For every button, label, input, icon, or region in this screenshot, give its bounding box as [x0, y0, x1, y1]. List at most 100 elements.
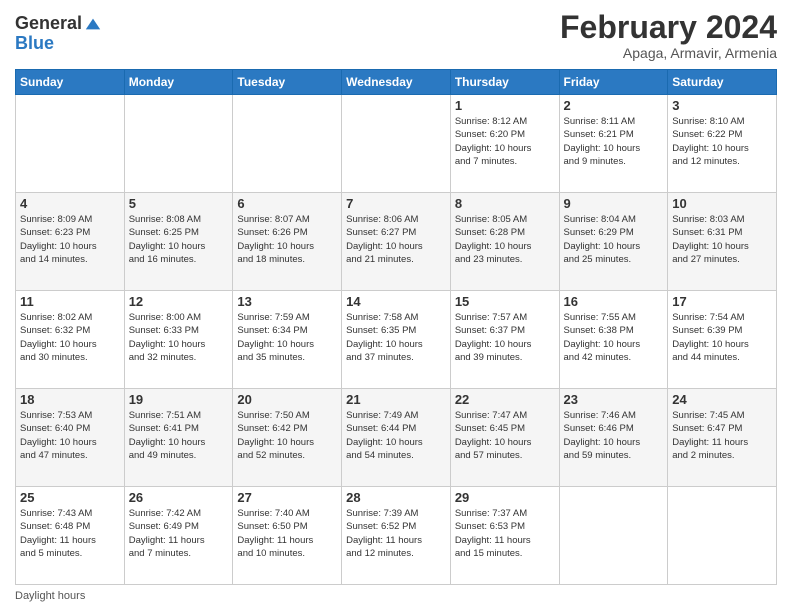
header-friday: Friday — [559, 70, 668, 95]
calendar-cell-w1-d4 — [342, 95, 451, 193]
calendar-cell-w3-d2: 12 Sunrise: 8:00 AMSunset: 6:33 PMDayligh… — [124, 291, 233, 389]
calendar-cell-w3-d5: 15 Sunrise: 7:57 AMSunset: 6:37 PMDayligh… — [450, 291, 559, 389]
calendar-cell-w2-d1: 4 Sunrise: 8:09 AMSunset: 6:23 PMDaylight… — [16, 193, 125, 291]
day-info: Sunrise: 7:45 AMSunset: 6:47 PMDaylight:… — [672, 409, 772, 462]
calendar-cell-w5-d7 — [668, 487, 777, 585]
header: General Blue February 2024 Apaga, Armavi… — [15, 10, 777, 61]
day-info: Sunrise: 7:50 AMSunset: 6:42 PMDaylight:… — [237, 409, 337, 462]
day-info: Sunrise: 7:47 AMSunset: 6:45 PMDaylight:… — [455, 409, 555, 462]
logo: General Blue — [15, 14, 102, 54]
day-number: 6 — [237, 196, 337, 211]
day-number: 14 — [346, 294, 446, 309]
calendar-cell-w3-d4: 14 Sunrise: 7:58 AMSunset: 6:35 PMDayligh… — [342, 291, 451, 389]
day-number: 20 — [237, 392, 337, 407]
calendar-cell-w4-d1: 18 Sunrise: 7:53 AMSunset: 6:40 PMDayligh… — [16, 389, 125, 487]
calendar-cell-w2-d2: 5 Sunrise: 8:08 AMSunset: 6:25 PMDaylight… — [124, 193, 233, 291]
day-number: 19 — [129, 392, 229, 407]
day-number: 12 — [129, 294, 229, 309]
day-info: Sunrise: 7:59 AMSunset: 6:34 PMDaylight:… — [237, 311, 337, 364]
day-number: 26 — [129, 490, 229, 505]
calendar-cell-w4-d7: 24Sunrise: 7:45 AMSunset: 6:47 PMDayligh… — [668, 389, 777, 487]
calendar-cell-w3-d3: 13Sunrise: 7:59 AMSunset: 6:34 PMDayligh… — [233, 291, 342, 389]
day-number: 23 — [564, 392, 664, 407]
calendar-cell-w1-d3 — [233, 95, 342, 193]
page: General Blue February 2024 Apaga, Armavi… — [0, 0, 792, 612]
footer-daylight: Daylight hours — [15, 590, 777, 602]
day-number: 2 — [564, 98, 664, 113]
subtitle: Apaga, Armavir, Armenia — [560, 45, 777, 61]
header-monday: Monday — [124, 70, 233, 95]
logo-text-general: General — [15, 14, 82, 34]
day-number: 15 — [455, 294, 555, 309]
calendar-cell-w4-d4: 21 Sunrise: 7:49 AMSunset: 6:44 PMDayligh… — [342, 389, 451, 487]
calendar-cell-w1-d7: 3Sunrise: 8:10 AMSunset: 6:22 PMDaylight… — [668, 95, 777, 193]
day-info: Sunrise: 8:03 AMSunset: 6:31 PMDaylight:… — [672, 213, 772, 266]
day-info: Sunrise: 7:53 AMSunset: 6:40 PMDaylight:… — [20, 409, 120, 462]
day-info: Sunrise: 7:54 AMSunset: 6:39 PMDaylight:… — [672, 311, 772, 364]
day-number: 10 — [672, 196, 772, 211]
calendar-cell-w2-d3: 6 Sunrise: 8:07 AMSunset: 6:26 PMDaylight… — [233, 193, 342, 291]
day-number: 7 — [346, 196, 446, 211]
day-number: 17 — [672, 294, 772, 309]
day-number: 16 — [564, 294, 664, 309]
calendar-cell-w5-d3: 27Sunrise: 7:40 AMSunset: 6:50 PMDayligh… — [233, 487, 342, 585]
day-info: Sunrise: 7:55 AMSunset: 6:38 PMDaylight:… — [564, 311, 664, 364]
calendar-cell-w5-d2: 26Sunrise: 7:42 AMSunset: 6:49 PMDayligh… — [124, 487, 233, 585]
calendar-cell-w3-d6: 16 Sunrise: 7:55 AMSunset: 6:38 PMDayligh… — [559, 291, 668, 389]
logo-text-blue: Blue — [15, 33, 54, 53]
calendar-cell-w3-d7: 17 Sunrise: 7:54 AMSunset: 6:39 PMDayligh… — [668, 291, 777, 389]
header-thursday: Thursday — [450, 70, 559, 95]
day-number: 11 — [20, 294, 120, 309]
header-sunday: Sunday — [16, 70, 125, 95]
calendar-cell-w2-d4: 7 Sunrise: 8:06 AMSunset: 6:27 PMDaylight… — [342, 193, 451, 291]
calendar-cell-w5-d6 — [559, 487, 668, 585]
calendar-cell-w4-d2: 19 Sunrise: 7:51 AMSunset: 6:41 PMDayligh… — [124, 389, 233, 487]
calendar-week-5: 25Sunrise: 7:43 AMSunset: 6:48 PMDayligh… — [16, 487, 777, 585]
day-info: Sunrise: 8:07 AMSunset: 6:26 PMDaylight:… — [237, 213, 337, 266]
calendar-week-3: 11 Sunrise: 8:02 AMSunset: 6:32 PMDayligh… — [16, 291, 777, 389]
calendar-cell-w4-d6: 23 Sunrise: 7:46 AMSunset: 6:46 PMDayligh… — [559, 389, 668, 487]
day-number: 21 — [346, 392, 446, 407]
day-info: Sunrise: 7:57 AMSunset: 6:37 PMDaylight:… — [455, 311, 555, 364]
day-number: 1 — [455, 98, 555, 113]
day-info: Sunrise: 8:05 AMSunset: 6:28 PMDaylight:… — [455, 213, 555, 266]
header-wednesday: Wednesday — [342, 70, 451, 95]
day-number: 5 — [129, 196, 229, 211]
day-info: Sunrise: 8:00 AMSunset: 6:33 PMDaylight:… — [129, 311, 229, 364]
day-number: 25 — [20, 490, 120, 505]
day-info: Sunrise: 7:58 AMSunset: 6:35 PMDaylight:… — [346, 311, 446, 364]
day-info: Sunrise: 8:08 AMSunset: 6:25 PMDaylight:… — [129, 213, 229, 266]
day-number: 8 — [455, 196, 555, 211]
calendar-cell-w5-d4: 28 Sunrise: 7:39 AMSunset: 6:52 PMDayligh… — [342, 487, 451, 585]
day-info: Sunrise: 7:51 AMSunset: 6:41 PMDaylight:… — [129, 409, 229, 462]
day-number: 28 — [346, 490, 446, 505]
calendar-header-row: Sunday Monday Tuesday Wednesday Thursday… — [16, 70, 777, 95]
day-number: 3 — [672, 98, 772, 113]
day-number: 9 — [564, 196, 664, 211]
day-info: Sunrise: 8:02 AMSunset: 6:32 PMDaylight:… — [20, 311, 120, 364]
main-title: February 2024 — [560, 10, 777, 45]
day-number: 27 — [237, 490, 337, 505]
calendar-cell-w1-d2 — [124, 95, 233, 193]
calendar-cell-w2-d7: 10 Sunrise: 8:03 AMSunset: 6:31 PMDayligh… — [668, 193, 777, 291]
calendar-cell-w4-d5: 22Sunrise: 7:47 AMSunset: 6:45 PMDayligh… — [450, 389, 559, 487]
calendar-cell-w2-d5: 8 Sunrise: 8:05 AMSunset: 6:28 PMDaylight… — [450, 193, 559, 291]
calendar-cell-w3-d1: 11 Sunrise: 8:02 AMSunset: 6:32 PMDayligh… — [16, 291, 125, 389]
day-info: Sunrise: 7:49 AMSunset: 6:44 PMDaylight:… — [346, 409, 446, 462]
calendar-week-1: 1Sunrise: 8:12 AMSunset: 6:20 PMDaylight… — [16, 95, 777, 193]
day-info: Sunrise: 7:39 AMSunset: 6:52 PMDaylight:… — [346, 507, 446, 560]
day-number: 4 — [20, 196, 120, 211]
day-info: Sunrise: 8:11 AMSunset: 6:21 PMDaylight:… — [564, 115, 664, 168]
calendar-cell-w5-d5: 29 Sunrise: 7:37 AMSunset: 6:53 PMDayligh… — [450, 487, 559, 585]
day-info: Sunrise: 7:46 AMSunset: 6:46 PMDaylight:… — [564, 409, 664, 462]
calendar-cell-w1-d5: 1Sunrise: 8:12 AMSunset: 6:20 PMDaylight… — [450, 95, 559, 193]
day-number: 18 — [20, 392, 120, 407]
day-info: Sunrise: 7:37 AMSunset: 6:53 PMDaylight:… — [455, 507, 555, 560]
day-info: Sunrise: 8:06 AMSunset: 6:27 PMDaylight:… — [346, 213, 446, 266]
calendar-table: Sunday Monday Tuesday Wednesday Thursday… — [15, 69, 777, 585]
day-number: 29 — [455, 490, 555, 505]
calendar-cell-w4-d3: 20 Sunrise: 7:50 AMSunset: 6:42 PMDayligh… — [233, 389, 342, 487]
day-info: Sunrise: 8:09 AMSunset: 6:23 PMDaylight:… — [20, 213, 120, 266]
calendar-cell-w1-d1 — [16, 95, 125, 193]
calendar-week-4: 18 Sunrise: 7:53 AMSunset: 6:40 PMDayligh… — [16, 389, 777, 487]
